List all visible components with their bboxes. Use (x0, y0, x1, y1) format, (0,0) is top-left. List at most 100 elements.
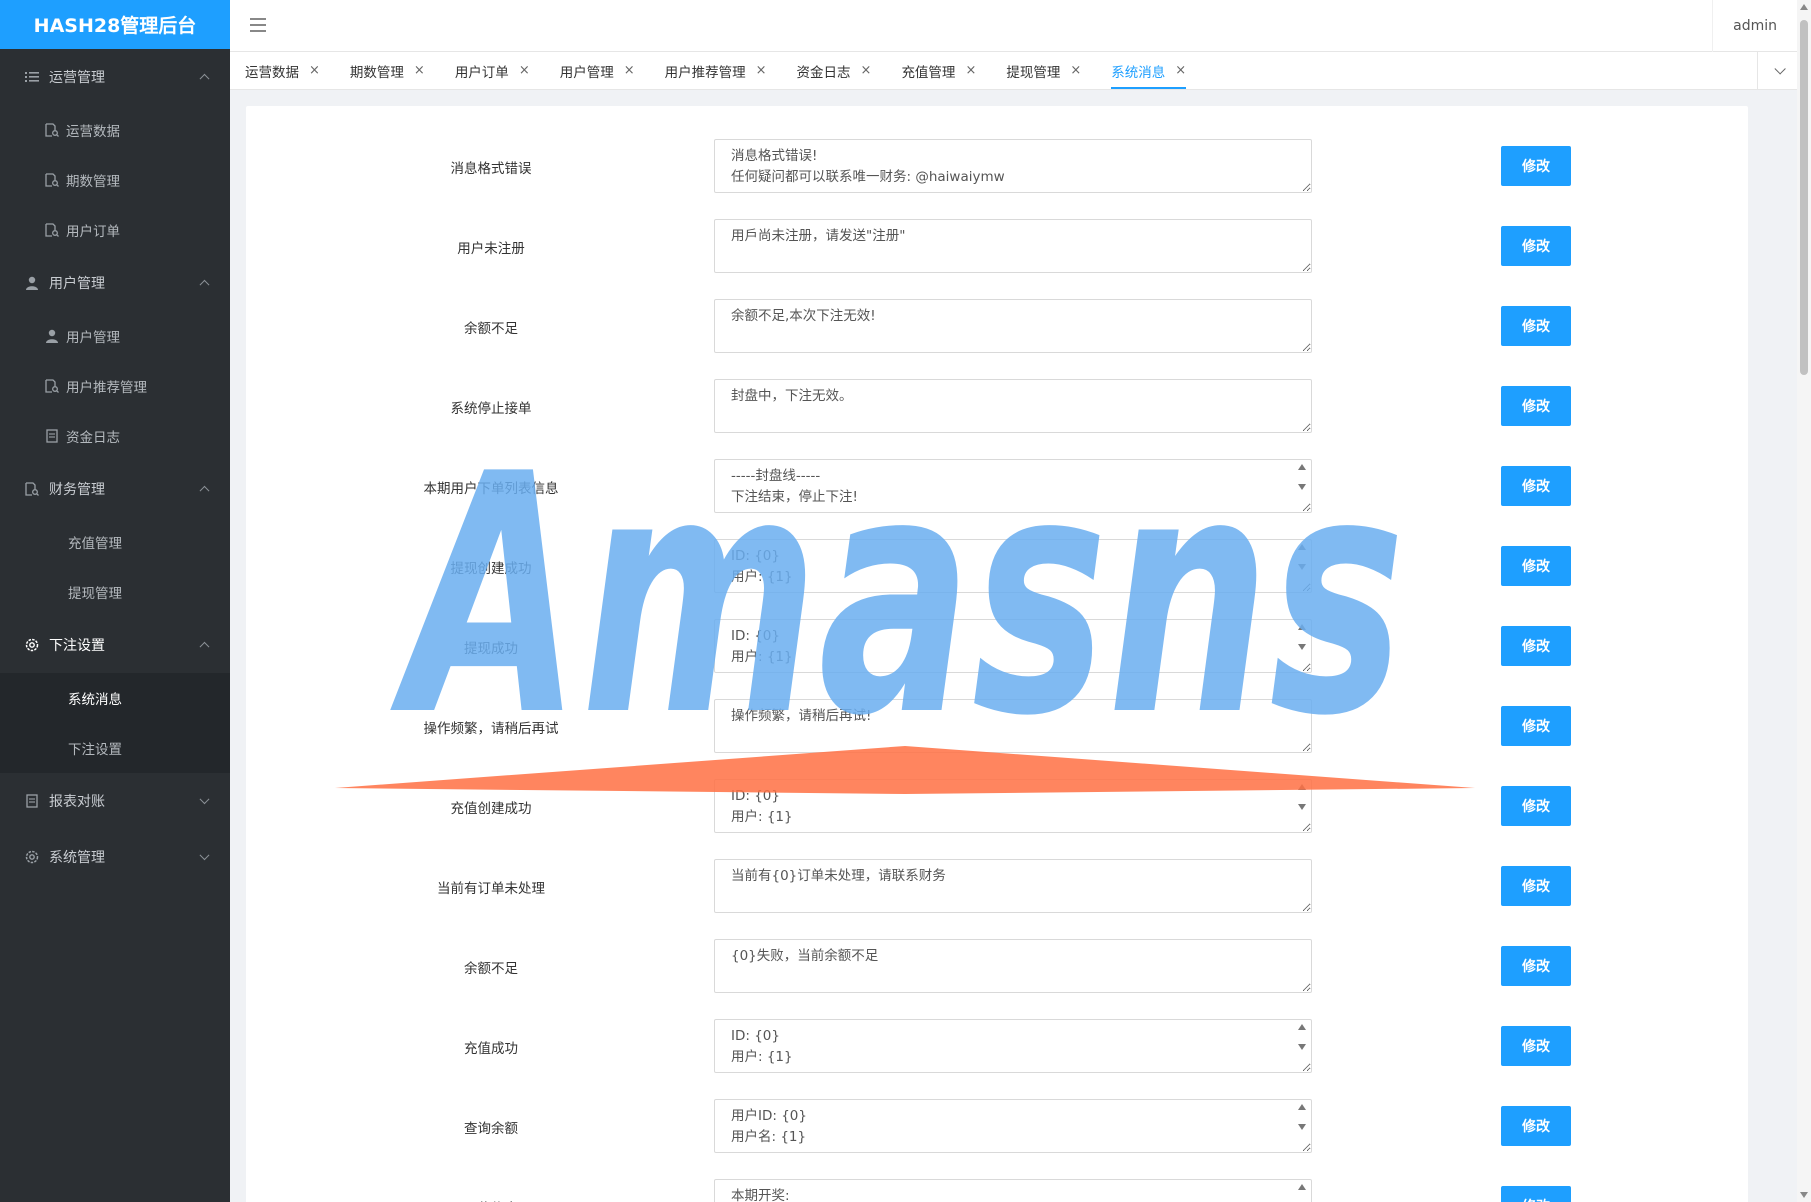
close-icon[interactable]: × (965, 63, 976, 78)
sidebar-item-1-2[interactable]: 资金日志 (0, 411, 230, 461)
arrow-down-icon[interactable] (1298, 564, 1306, 570)
tab-label: 期数管理 (349, 64, 404, 81)
close-icon[interactable]: × (1175, 63, 1186, 78)
textarea-spinner[interactable] (1295, 462, 1309, 508)
sidebar-item-0-2[interactable]: 用户订单 (0, 205, 230, 255)
tab-5[interactable]: 资金日志 × (782, 52, 886, 89)
message-textarea[interactable] (714, 299, 1312, 353)
arrow-down-icon[interactable] (1298, 1044, 1306, 1050)
close-icon[interactable]: × (519, 63, 530, 78)
message-textarea[interactable] (714, 459, 1312, 513)
arrow-down-icon[interactable] (1298, 484, 1306, 490)
app-logo[interactable]: HASH28管理后台 (0, 0, 230, 49)
message-textarea[interactable] (714, 539, 1312, 593)
page-scrollbar[interactable] (1797, 0, 1811, 1202)
chevron-down-icon (199, 850, 210, 861)
message-textarea[interactable] (714, 139, 1312, 193)
scroll-up-arrow[interactable] (1800, 4, 1808, 10)
tab-3[interactable]: 用户管理 × (545, 52, 649, 89)
arrow-up-icon[interactable] (1298, 1184, 1306, 1190)
tab-7[interactable]: 提现管理 × (991, 52, 1095, 89)
close-icon[interactable]: × (309, 63, 320, 78)
sidebar-group-2[interactable]: 财务管理 (0, 461, 230, 517)
sidebar-item-2-1[interactable]: 提现管理 (0, 567, 230, 617)
message-textarea[interactable] (714, 1179, 1312, 1202)
sidebar-group-5[interactable]: 系统管理 (0, 829, 230, 885)
tab-label: 运营数据 (245, 64, 299, 81)
message-textarea[interactable] (714, 779, 1312, 833)
modify-button[interactable]: 修改 (1501, 786, 1571, 826)
arrow-down-icon[interactable] (1298, 804, 1306, 810)
sidebar-item-3-1[interactable]: 下注设置 (0, 723, 230, 773)
gear-icon (24, 637, 40, 653)
modify-button[interactable]: 修改 (1501, 546, 1571, 586)
modify-button[interactable]: 修改 (1501, 946, 1571, 986)
modify-button[interactable]: 修改 (1501, 306, 1571, 346)
user-menu[interactable]: admin (1712, 0, 1777, 52)
close-icon[interactable]: × (414, 63, 425, 78)
modify-button[interactable]: 修改 (1501, 706, 1571, 746)
modify-button[interactable]: 修改 (1501, 1186, 1571, 1202)
close-icon[interactable]: × (756, 63, 767, 78)
message-textarea[interactable] (714, 219, 1312, 273)
arrow-up-icon[interactable] (1298, 464, 1306, 470)
doc-search-icon (24, 481, 40, 497)
sidebar-group-4[interactable]: 报表对账 (0, 773, 230, 829)
message-row: 操作频繁，请稍后再试 修改 (246, 699, 1748, 755)
sidebar-item-0-1[interactable]: 期数管理 (0, 155, 230, 205)
sidebar-group-1[interactable]: 用户管理 (0, 255, 230, 311)
tab-0[interactable]: 运营数据 × (230, 52, 334, 89)
arrow-down-icon[interactable] (1298, 644, 1306, 650)
modify-button[interactable]: 修改 (1501, 466, 1571, 506)
sidebar-item-1-0[interactable]: 用户管理 (0, 311, 230, 361)
message-textarea[interactable] (714, 699, 1312, 753)
tab-2[interactable]: 用户订单 × (440, 52, 544, 89)
tabs-more-chevron-down-icon[interactable] (1757, 52, 1797, 90)
menu-toggle-icon[interactable] (250, 18, 266, 32)
arrow-up-icon[interactable] (1298, 784, 1306, 790)
scroll-down-arrow[interactable] (1800, 1192, 1808, 1198)
modify-button[interactable]: 修改 (1501, 1026, 1571, 1066)
tab-8[interactable]: 系统消息 × (1096, 52, 1200, 89)
close-icon[interactable]: × (861, 63, 872, 78)
modify-button[interactable]: 修改 (1501, 146, 1571, 186)
tab-6[interactable]: 充值管理 × (886, 52, 990, 89)
message-textarea[interactable] (714, 619, 1312, 673)
sidebar-item-3-0[interactable]: 系统消息 (0, 673, 230, 723)
sidebar-group-0[interactable]: 运营管理 (0, 49, 230, 105)
textarea-spinner[interactable] (1295, 1182, 1309, 1202)
modify-button[interactable]: 修改 (1501, 626, 1571, 666)
sidebar-item-0-0[interactable]: 运营数据 (0, 105, 230, 155)
sidebar-group-3[interactable]: 下注设置 (0, 617, 230, 673)
message-label: 充值成功 (464, 1041, 518, 1057)
sidebar-item-1-1[interactable]: 用户推荐管理 (0, 361, 230, 411)
message-textarea[interactable] (714, 379, 1312, 433)
arrow-down-icon[interactable] (1298, 1124, 1306, 1130)
sidebar-item-label: 充值管理 (68, 536, 122, 552)
modify-button[interactable]: 修改 (1501, 226, 1571, 266)
arrow-up-icon[interactable] (1298, 1104, 1306, 1110)
arrow-up-icon[interactable] (1298, 624, 1306, 630)
message-textarea[interactable] (714, 859, 1312, 913)
scroll-thumb[interactable] (1800, 20, 1808, 375)
close-icon[interactable]: × (624, 63, 635, 78)
textarea-spinner[interactable] (1295, 1022, 1309, 1068)
message-textarea[interactable] (714, 1019, 1312, 1073)
textarea-spinner[interactable] (1295, 782, 1309, 828)
modify-button[interactable]: 修改 (1501, 1106, 1571, 1146)
textarea-spinner[interactable] (1295, 1102, 1309, 1148)
message-textarea[interactable] (714, 1099, 1312, 1153)
close-icon[interactable]: × (1070, 63, 1081, 78)
textarea-spinner[interactable] (1295, 542, 1309, 588)
modify-button[interactable]: 修改 (1501, 386, 1571, 426)
sidebar-item-label: 运营数据 (66, 124, 120, 140)
arrow-up-icon[interactable] (1298, 1024, 1306, 1030)
tab-4[interactable]: 用户推荐管理 × (650, 52, 781, 89)
message-row: 用户未注册 修改 (246, 219, 1748, 275)
textarea-spinner[interactable] (1295, 622, 1309, 668)
arrow-up-icon[interactable] (1298, 544, 1306, 550)
tab-1[interactable]: 期数管理 × (335, 52, 439, 89)
modify-button[interactable]: 修改 (1501, 866, 1571, 906)
sidebar-item-2-0[interactable]: 充值管理 (0, 517, 230, 567)
message-textarea[interactable] (714, 939, 1312, 993)
